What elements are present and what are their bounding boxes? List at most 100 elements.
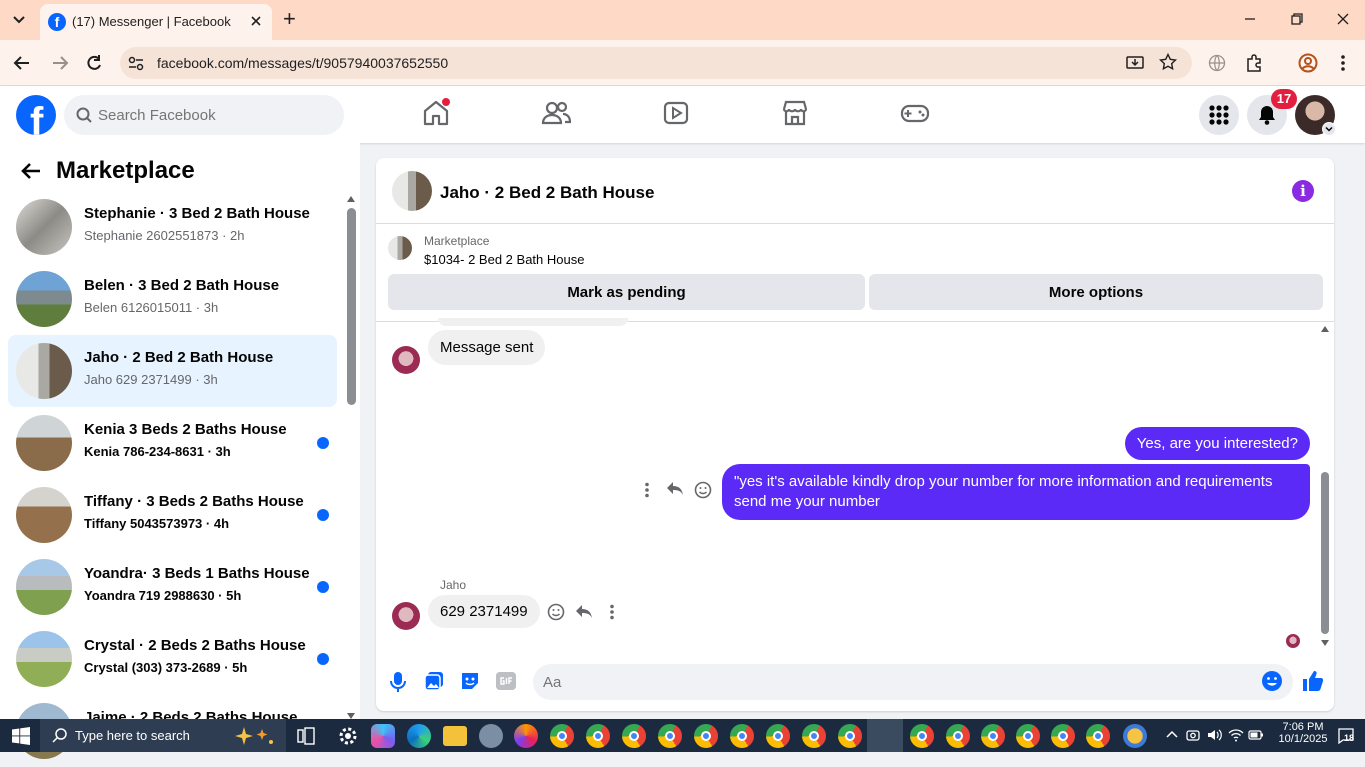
chat-scrollbar-thumb[interactable]	[1321, 472, 1329, 634]
facebook-logo[interactable]: f	[16, 95, 56, 135]
weather-icon[interactable]	[1123, 724, 1147, 748]
chat-scroll-down-arrow[interactable]	[1321, 640, 1329, 646]
browser-menu-button[interactable]	[1340, 54, 1346, 72]
like-button[interactable]	[1301, 669, 1325, 693]
attach-photo-button[interactable]	[424, 671, 444, 691]
tab-close-button[interactable]	[248, 13, 264, 29]
sidebar-back-button[interactable]	[20, 161, 42, 181]
reply-button[interactable]	[575, 604, 593, 620]
conversation-item[interactable]: Kenia 3 Beds 2 Baths House Kenia 786-234…	[8, 407, 337, 479]
network-button[interactable]	[1228, 728, 1244, 742]
search-box[interactable]	[64, 95, 344, 135]
edge-icon[interactable]	[407, 724, 431, 748]
minimize-button[interactable]	[1243, 12, 1257, 26]
tray-app-icon[interactable]	[1186, 728, 1200, 742]
task-view-button[interactable]	[296, 726, 316, 746]
gif-button[interactable]	[496, 672, 516, 690]
chrome-icon[interactable]	[766, 724, 790, 748]
video-icon	[663, 101, 689, 125]
chrome-icon[interactable]	[910, 724, 934, 748]
tab-search-button[interactable]	[8, 9, 30, 31]
chrome-center	[629, 731, 639, 741]
conversation-item[interactable]: Yoandra· 3 Beds 1 Baths House Yoandra 71…	[8, 551, 337, 623]
chrome-icon[interactable]	[1051, 724, 1075, 748]
mark-pending-button[interactable]: Mark as pending	[388, 274, 865, 310]
sidebar-scrollbar-thumb[interactable]	[347, 208, 356, 405]
conversation-sidebar: Marketplace Stephanie · 3 Bed 2 Bath Hou…	[0, 143, 360, 759]
restore-button[interactable]	[1290, 12, 1304, 26]
nav-home[interactable]	[421, 98, 451, 128]
firefox-icon[interactable]	[514, 724, 538, 748]
copilot-icon[interactable]	[371, 724, 395, 748]
reply-button[interactable]	[666, 481, 684, 497]
message-input[interactable]	[543, 672, 1243, 692]
outgoing-message[interactable]: Yes, are you interested?	[1124, 427, 1310, 460]
notification-center-button[interactable]: 18	[1337, 727, 1355, 745]
emoji-button[interactable]	[1261, 670, 1283, 692]
chrome-icon[interactable]	[550, 724, 574, 748]
battery-button[interactable]	[1248, 728, 1264, 742]
conversation-item-selected[interactable]: Jaho · 2 Bed 2 Bath House Jaho 629 23714…	[8, 335, 337, 407]
window-close-button[interactable]	[1336, 12, 1350, 26]
install-app-button[interactable]	[1126, 54, 1144, 72]
message-composer[interactable]	[533, 664, 1293, 700]
conversation-item[interactable]: Belen · 3 Bed 2 Bath House Belen 6126015…	[8, 263, 337, 335]
react-button[interactable]	[694, 481, 712, 499]
menu-button[interactable]	[1199, 95, 1239, 135]
more-options-button[interactable]: More options	[869, 274, 1323, 310]
chat-title[interactable]: Jaho · 2 Bed 2 Bath House	[440, 183, 654, 203]
incoming-message[interactable]: 629 2371499	[428, 595, 540, 628]
chrome-icon[interactable]	[694, 724, 718, 748]
outgoing-message[interactable]: "yes it's available kindly drop your num…	[722, 464, 1310, 520]
browser-tab[interactable]: f (17) Messenger | Facebook	[40, 4, 272, 40]
chrome-icon[interactable]	[946, 724, 970, 748]
chrome-icon[interactable]	[802, 724, 826, 748]
bookmark-button[interactable]	[1159, 53, 1177, 71]
chrome-icon[interactable]	[981, 724, 1005, 748]
chat-panel: Jaho · 2 Bed 2 Bath House i Marketplace …	[376, 158, 1334, 711]
chrome-icon[interactable]	[622, 724, 646, 748]
chat-scroll-up-arrow[interactable]	[1321, 326, 1329, 332]
search-input[interactable]	[98, 103, 328, 127]
sticker-button[interactable]	[460, 671, 480, 691]
chat-avatar[interactable]	[392, 171, 432, 211]
chrome-icon[interactable]	[838, 724, 862, 748]
message-more-button[interactable]	[644, 482, 650, 498]
speaker-button[interactable]	[1207, 728, 1223, 742]
back-button[interactable]	[12, 54, 32, 72]
nav-friends[interactable]	[541, 98, 571, 128]
chrome-icon[interactable]	[1016, 724, 1040, 748]
chrome-icon[interactable]	[586, 724, 610, 748]
profile-button[interactable]	[1298, 53, 1318, 73]
forward-button[interactable]	[50, 54, 70, 72]
extensions-button[interactable]	[1245, 53, 1265, 73]
conversation-item[interactable]: Tiffany · 3 Beds 2 Baths House Tiffany 5…	[8, 479, 337, 551]
scroll-up-arrow[interactable]	[347, 196, 355, 202]
listing-title[interactable]: $1034- 2 Bed 2 Bath House	[424, 252, 584, 267]
taskbar-settings[interactable]	[336, 724, 360, 748]
reload-button[interactable]	[85, 54, 103, 72]
show-hidden-icons[interactable]	[1166, 729, 1178, 739]
start-button[interactable]	[12, 727, 30, 745]
url-text[interactable]: facebook.com/messages/t/9057940037652550	[157, 55, 448, 71]
app-icon[interactable]	[479, 724, 503, 748]
nav-marketplace[interactable]	[780, 98, 810, 128]
clock[interactable]: 7:06 PM 10/1/2025	[1275, 721, 1331, 745]
info-icon[interactable]: i	[1292, 180, 1314, 202]
voice-clip-button[interactable]	[390, 671, 406, 693]
nav-gaming[interactable]	[899, 98, 931, 128]
chrome-icon[interactable]	[1086, 724, 1110, 748]
account-menu-chevron[interactable]	[1322, 122, 1336, 136]
message-more-button[interactable]	[609, 604, 615, 620]
conversation-item[interactable]: Stephanie · 3 Bed 2 Bath House Stephanie…	[8, 191, 337, 263]
file-explorer-icon[interactable]	[443, 726, 467, 746]
new-tab-button[interactable]: +	[283, 8, 303, 31]
react-button[interactable]	[547, 603, 565, 621]
conversation-item[interactable]: Crystal · 2 Beds 2 Baths House Crystal (…	[8, 623, 337, 695]
nav-video[interactable]	[661, 98, 691, 128]
taskbar-search[interactable]: Type here to search	[40, 719, 286, 752]
site-info-icon[interactable]	[126, 53, 146, 73]
chrome-icon[interactable]	[730, 724, 754, 748]
translate-button[interactable]	[1208, 54, 1226, 72]
chrome-icon[interactable]	[658, 724, 682, 748]
